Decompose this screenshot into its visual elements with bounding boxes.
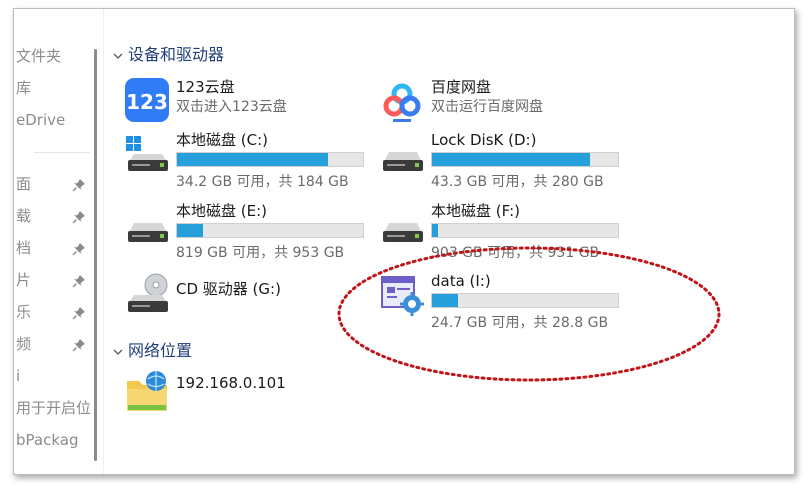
drive-title: data (I:) [431,272,491,290]
nav-item-webpackage[interactable]: bPackag [16,429,78,451]
usage-bar [176,223,364,238]
pin-icon[interactable] [72,274,86,288]
drive-c[interactable]: 本地磁盘 (C:) 34.2 GB 可用，共 184 GB [124,130,374,190]
drive-size: 903 GB 可用，共 931 GB [431,245,600,261]
hard-drive-icon [128,223,168,242]
settings-drive-icon [381,276,424,316]
drive-d[interactable]: Lock DisK (D:) 43.3 GB 可用，共 280 GB [379,130,629,190]
cloud-123-icon: 123 [125,78,169,122]
chevron-down-icon[interactable] [112,50,124,62]
nav-scrollbar[interactable] [94,49,97,461]
nav-item-onedrive[interactable]: eDrive [16,109,65,131]
drive-size: 43.3 GB 可用，共 280 GB [431,174,604,190]
cd-drive-icon [128,273,168,312]
usage-fill [432,224,438,237]
drive-size: 24.7 GB 可用，共 28.8 GB [431,315,609,331]
drive-title: CD 驱动器 (G:) [176,280,281,298]
drive-title: Lock DisK (D:) [431,131,537,149]
chevron-down-icon[interactable] [112,346,124,358]
drive-e[interactable]: 本地磁盘 (E:) 819 GB 可用，共 953 GB [124,201,374,261]
network-group-header[interactable]: 网络位置 [112,339,192,363]
usage-fill [177,224,204,237]
nav-item-pictures[interactable]: 片 [16,269,31,291]
usage-bar [431,293,619,308]
drive-title: 本地磁盘 (F:) [431,202,520,220]
drive-title: 百度网盘 [431,78,492,96]
drive-f[interactable]: 本地磁盘 (F:) 903 GB 可用，共 931 GB [379,201,629,261]
pin-icon[interactable] [72,242,86,256]
svg-text:123: 123 [126,90,168,114]
baidu-netdisk-icon [383,83,421,122]
navigation-pane: 文件夹 库 eDrive 面 载 档 片 乐 频 i 用于开启位 bPackag [14,9,97,474]
drive-size: 34.2 GB 可用，共 184 GB [176,174,349,190]
network-location-192-168-0-101[interactable]: 192.168.0.101 [124,369,374,429]
nav-item-i[interactable]: i [16,365,20,387]
network-title: 192.168.0.101 [176,374,286,392]
pin-icon[interactable] [72,338,86,352]
drive-title: 本地磁盘 (C:) [176,131,268,149]
nav-item-music[interactable]: 乐 [16,301,31,323]
drive-subtitle: 双击进入123云盘 [176,99,287,115]
hard-drive-icon [383,152,423,171]
nav-item-library[interactable]: 库 [16,77,31,99]
drive-g-cd[interactable]: CD 驱动器 (G:) [124,271,374,331]
usage-fill [432,153,591,166]
nav-item-desktop[interactable]: 面 [16,173,31,195]
file-explorer-window: 文件夹 库 eDrive 面 载 档 片 乐 频 i 用于开启位 bPackag… [13,8,795,475]
usage-bar [176,152,364,167]
cloud-drive-123[interactable]: 123 123云盘 双击进入123云盘 [124,77,374,137]
network-folder-icon [127,371,167,411]
nav-item-documents[interactable]: 档 [16,237,31,259]
drive-size: 819 GB 可用，共 953 GB [176,245,345,261]
nav-item-enable[interactable]: 用于开启位 [16,397,91,419]
usage-fill [177,153,328,166]
pane-divider[interactable] [103,9,104,474]
pin-icon[interactable] [72,178,86,192]
drive-subtitle: 双击运行百度网盘 [431,99,543,115]
windows-drive-icon [126,136,168,171]
pin-icon[interactable] [72,210,86,224]
drive-i-data[interactable]: data (I:) 24.7 GB 可用，共 28.8 GB [379,271,629,331]
nav-item-downloads[interactable]: 载 [16,205,31,227]
nav-separator [34,152,90,153]
nav-item-videos[interactable]: 频 [16,333,31,355]
drive-title: 123云盘 [176,78,235,96]
devices-group-header[interactable]: 设备和驱动器 [112,43,224,67]
usage-bar [431,152,619,167]
usage-fill [432,294,459,307]
pin-icon[interactable] [72,306,86,320]
cloud-drive-baidu[interactable]: 百度网盘 双击运行百度网盘 [379,77,629,137]
hard-drive-icon [383,223,423,242]
drive-title: 本地磁盘 (E:) [176,202,268,220]
usage-bar [431,223,619,238]
nav-item-folders[interactable]: 文件夹 [16,45,61,67]
